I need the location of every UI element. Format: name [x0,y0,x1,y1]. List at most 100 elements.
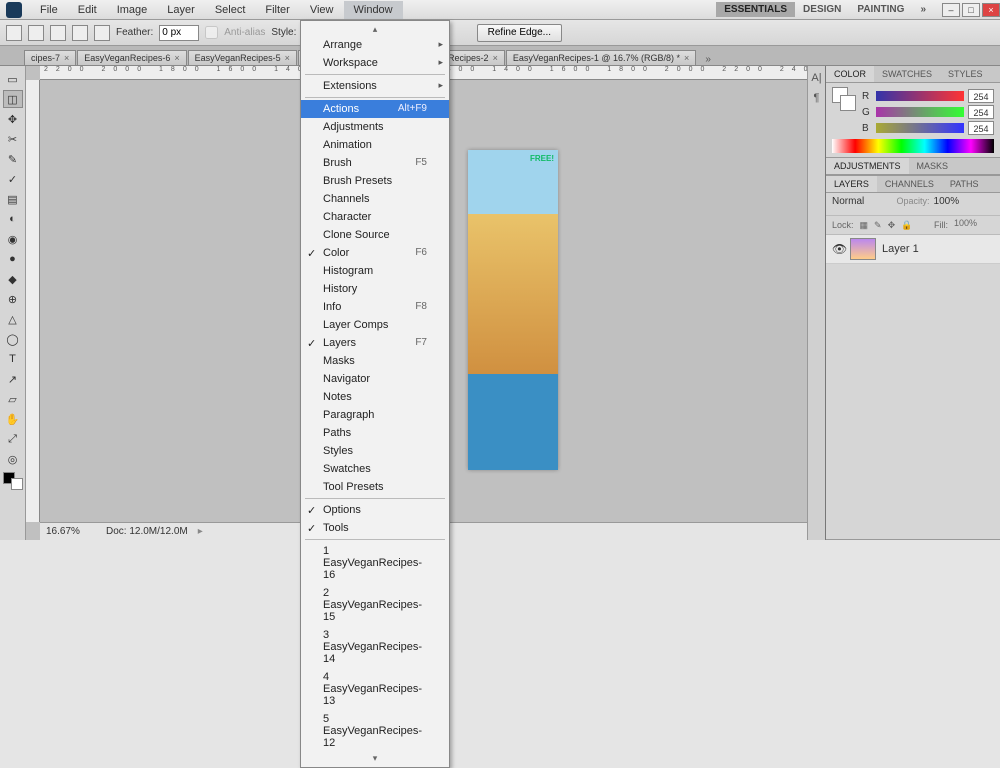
fill-input[interactable]: 100% [954,218,994,232]
close-icon[interactable]: × [684,53,689,63]
healing-tool[interactable]: ✓ [3,170,23,188]
menu-item-layer-comps[interactable]: Layer Comps [301,316,449,334]
menu-item-2-easyveganrecipes-15[interactable]: 2 EasyVeganRecipes-15 [301,584,449,626]
lock-pixels-icon[interactable]: ✎ [874,220,882,231]
hand-tool[interactable]: ✋ [3,410,23,428]
workspace-more[interactable]: » [912,2,934,17]
type-tool[interactable]: T [3,350,23,368]
path-tool[interactable]: ↗ [3,370,23,388]
opacity-input[interactable]: 100% [934,196,995,212]
menu-item-1-easyveganrecipes-16[interactable]: 1 EasyVeganRecipes-16 [301,542,449,584]
menu-view[interactable]: View [300,1,344,19]
menu-item-masks[interactable]: Masks [301,352,449,370]
tab-color[interactable]: COLOR [826,66,874,82]
gradient-tool[interactable]: ◆ [3,270,23,288]
menu-item-histogram[interactable]: Histogram [301,262,449,280]
dodge-tool[interactable]: △ [3,310,23,328]
marquee-rect-icon[interactable] [28,25,44,41]
layer-name[interactable]: Layer 1 [882,243,919,255]
feather-input[interactable] [159,25,199,41]
menu-item-arrange[interactable]: Arrange [301,36,449,54]
doc-tab[interactable]: EasyVeganRecipes-6× [77,50,186,65]
g-slider[interactable] [876,107,964,117]
tab-swatches[interactable]: SWATCHES [874,66,940,82]
tab-paths[interactable]: PATHS [942,176,987,192]
blur-tool[interactable]: ⊕ [3,290,23,308]
tab-scroll[interactable]: » [701,54,715,65]
menu-item-adjustments[interactable]: Adjustments [301,118,449,136]
r-value[interactable]: 254 [968,89,994,103]
window-max[interactable]: □ [962,3,980,17]
g-value[interactable]: 254 [968,105,994,119]
marquee-tool[interactable]: ◫ [3,90,23,108]
menu-item-animation[interactable]: Animation [301,136,449,154]
tab-adjustments[interactable]: ADJUSTMENTS [826,158,909,174]
menu-item-notes[interactable]: Notes [301,388,449,406]
visibility-icon[interactable]: 👁 [832,242,844,256]
menu-image[interactable]: Image [107,1,158,19]
tool-preset-icon[interactable] [6,25,22,41]
menu-item-workspace[interactable]: Workspace [301,54,449,72]
marquee-int-icon[interactable] [94,25,110,41]
menu-item-paragraph[interactable]: Paragraph [301,406,449,424]
doc-tab[interactable]: cipes-7× [24,50,76,65]
eraser-tool[interactable]: ● [3,250,23,268]
menu-layer[interactable]: Layer [157,1,205,19]
tab-masks[interactable]: MASKS [909,158,957,174]
menu-item-clone-source[interactable]: Clone Source [301,226,449,244]
layer-row[interactable]: 👁 Layer 1 [826,235,1000,264]
menu-select[interactable]: Select [205,1,256,19]
lock-all-icon[interactable]: 🔒 [901,220,912,231]
menu-item-tools[interactable]: ✓Tools [301,519,449,537]
lock-transparent-icon[interactable]: ▦ [860,220,869,231]
lasso-tool[interactable]: ✥ [3,110,23,128]
spectrum[interactable] [832,139,994,153]
menu-file[interactable]: File [30,1,68,19]
brush-tool[interactable]: ▤ [3,190,23,208]
marquee-sub-icon[interactable] [72,25,88,41]
menu-item-paths[interactable]: Paths [301,424,449,442]
menu-item-5-easyveganrecipes-12[interactable]: 5 EasyVeganRecipes-12 [301,710,449,752]
workspace-painting[interactable]: PAINTING [849,2,912,17]
eyedropper-tool[interactable]: ✎ [3,150,23,168]
menu-item-3-easyveganrecipes-14[interactable]: 3 EasyVeganRecipes-14 [301,626,449,668]
menu-item-history[interactable]: History [301,280,449,298]
layer-thumbnail[interactable] [850,238,876,260]
zoom-level[interactable]: 16.67% [46,526,96,537]
menu-item-styles[interactable]: Styles [301,442,449,460]
refine-edge-button[interactable]: Refine Edge... [477,24,562,42]
window-min[interactable]: – [942,3,960,17]
menu-window[interactable]: Window [344,1,403,19]
menu-item-extensions[interactable]: Extensions [301,77,449,95]
r-slider[interactable] [876,91,964,101]
workspace-design[interactable]: DESIGN [795,2,849,17]
window-close[interactable]: × [982,3,1000,17]
menu-item-tool-presets[interactable]: Tool Presets [301,478,449,496]
crop-tool[interactable]: ✂ [3,130,23,148]
zoom-tool[interactable]: ◎ [3,450,23,468]
doc-tab[interactable]: EasyVeganRecipes-5× [188,50,297,65]
b-value[interactable]: 254 [968,121,994,135]
menu-item-4-easyveganrecipes-13[interactable]: 4 EasyVeganRecipes-13 [301,668,449,710]
paragraph-panel-icon[interactable]: ¶ [814,92,820,104]
stamp-tool[interactable]: ◐ [3,210,23,228]
tab-channels[interactable]: CHANNELS [877,176,942,192]
blend-mode-select[interactable]: Normal [832,196,893,212]
workspace-essentials[interactable]: ESSENTIALS [716,2,795,17]
menu-item-channels[interactable]: Channels [301,190,449,208]
menu-item-color[interactable]: ✓ColorF6 [301,244,449,262]
menu-item-swatches[interactable]: Swatches [301,460,449,478]
menu-item-actions[interactable]: ActionsAlt+F9 [301,100,449,118]
doc-tab[interactable]: EasyVeganRecipes-1 @ 16.7% (RGB/8) *× [506,50,696,65]
menu-item-info[interactable]: InfoF8 [301,298,449,316]
history-brush-tool[interactable]: ◉ [3,230,23,248]
color-swatch[interactable] [832,87,856,111]
close-icon[interactable]: × [64,53,69,63]
close-icon[interactable]: × [493,53,498,63]
menu-item-navigator[interactable]: Navigator [301,370,449,388]
shape-tool[interactable]: ▱ [3,390,23,408]
move-tool[interactable]: ▭ [3,70,23,88]
fg-bg-swatch[interactable] [3,472,23,490]
scroll-down-icon[interactable]: ▾ [301,752,449,765]
lock-position-icon[interactable]: ✥ [888,220,896,231]
